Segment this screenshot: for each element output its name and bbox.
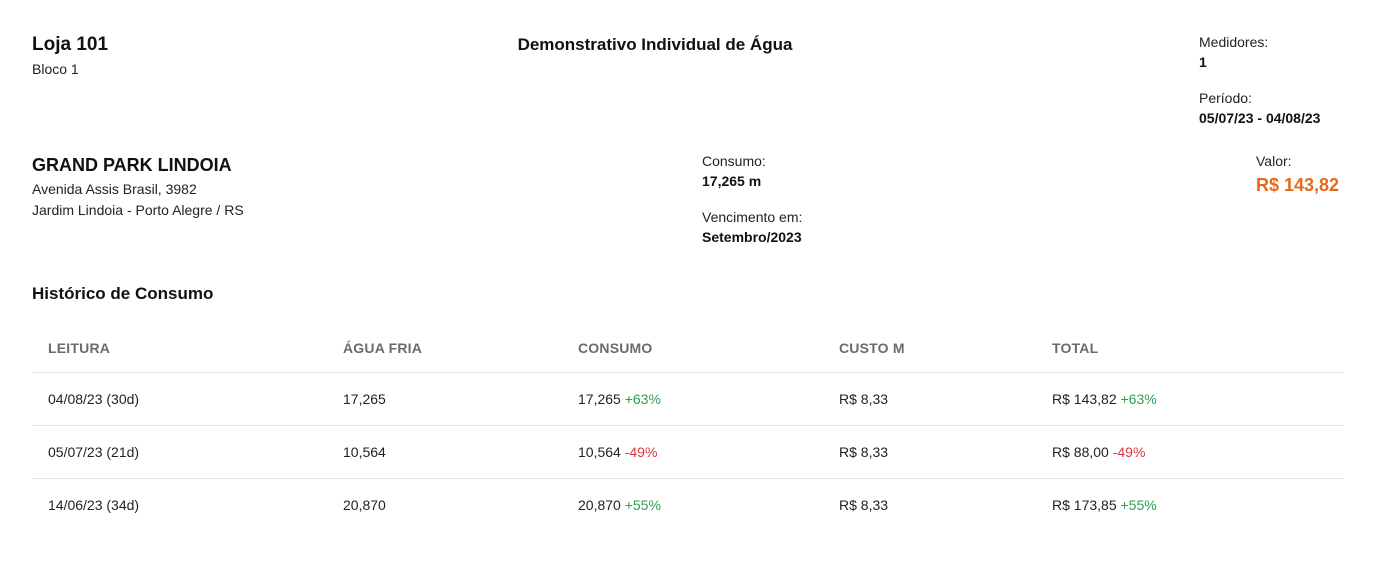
cell-consumo: 20,870 +55% — [578, 497, 661, 513]
column-header-custo: CUSTO M — [839, 340, 905, 356]
column-header-consumo: CONSUMO — [578, 340, 653, 356]
cell-consumo: 17,265 +63% — [578, 391, 661, 407]
consumo-delta: +55% — [624, 497, 661, 513]
column-header-total: TOTAL — [1052, 340, 1099, 356]
vencimento-info: Vencimento em: Setembro/2023 — [702, 207, 802, 247]
history-table: LEITURA ÁGUA FRIA CONSUMO CUSTO M TOTAL … — [32, 322, 1344, 532]
total-delta: +63% — [1120, 391, 1157, 407]
cell-custo: R$ 8,33 — [839, 444, 889, 460]
unit-block: Bloco 1 — [32, 61, 79, 77]
cell-total: R$ 88,00 -49% — [1052, 444, 1145, 460]
column-header-agua-fria: ÁGUA FRIA — [343, 340, 423, 356]
valor-label: Valor: — [1256, 153, 1292, 169]
consumo-amount: 20,870 — [578, 497, 621, 513]
consumo-amount: 17,265 — [578, 391, 621, 407]
cell-agua-fria: 10,564 — [343, 444, 386, 460]
cell-custo: R$ 8,33 — [839, 497, 889, 513]
total-amount: R$ 173,85 — [1052, 497, 1117, 513]
consumo-delta: +63% — [624, 391, 661, 407]
cell-consumo: 10,564 -49% — [578, 444, 657, 460]
vencimento-value: Setembro/2023 — [702, 229, 802, 245]
consumo-label: Consumo: — [702, 153, 766, 169]
table-row: 04/08/23 (30d) 17,265 17,265 +63% R$ 8,3… — [32, 373, 1344, 426]
table-row: 14/06/23 (34d) 20,870 20,870 +55% R$ 8,3… — [32, 479, 1344, 532]
periodo-value: 05/07/23 - 04/08/23 — [1199, 110, 1321, 126]
table-row: 05/07/23 (21d) 10,564 10,564 -49% R$ 8,3… — [32, 426, 1344, 479]
cell-agua-fria: 17,265 — [343, 391, 386, 407]
consumo-value: 17,265 m — [702, 173, 762, 189]
consumo-delta: -49% — [624, 444, 658, 460]
valor-value: R$ 143,82 — [1256, 175, 1340, 195]
periodo-info: Período: 05/07/23 - 04/08/23 — [1199, 88, 1320, 128]
medidores-label: Medidores: — [1199, 34, 1269, 50]
cell-total: R$ 173,85 +55% — [1052, 497, 1157, 513]
cell-custo: R$ 8,33 — [839, 391, 889, 407]
cell-leitura: 14/06/23 (34d) — [48, 497, 140, 513]
cell-leitura: 05/07/23 (21d) — [48, 444, 140, 460]
document-title: Demonstrativo Individual de Água — [517, 35, 793, 54]
medidores-info: Medidores: 1 — [1199, 32, 1268, 72]
consumo-info: Consumo: 17,265 m — [702, 151, 766, 191]
total-delta: -49% — [1112, 444, 1146, 460]
table-header: LEITURA ÁGUA FRIA CONSUMO CUSTO M TOTAL — [32, 322, 1344, 373]
periodo-label: Período: — [1199, 90, 1252, 106]
medidores-value: 1 — [1199, 54, 1207, 70]
cell-agua-fria: 20,870 — [343, 497, 386, 513]
total-amount: R$ 143,82 — [1052, 391, 1117, 407]
column-header-leitura: LEITURA — [48, 340, 111, 356]
total-amount: R$ 88,00 — [1052, 444, 1109, 460]
vencimento-label: Vencimento em: — [702, 209, 803, 225]
condominium-address-line2: Jardim Lindoia - Porto Alegre / RS — [32, 202, 244, 218]
consumo-amount: 10,564 — [578, 444, 621, 460]
valor-info: Valor: R$ 143,82 — [1256, 151, 1339, 199]
condominium-address-line1: Avenida Assis Brasil, 3982 — [32, 181, 197, 197]
condominium-name: GRAND PARK LINDOIA — [32, 155, 232, 175]
cell-leitura: 04/08/23 (30d) — [48, 391, 140, 407]
history-section-title: Histórico de Consumo — [32, 284, 214, 303]
total-delta: +55% — [1120, 497, 1157, 513]
cell-total: R$ 143,82 +63% — [1052, 391, 1157, 407]
